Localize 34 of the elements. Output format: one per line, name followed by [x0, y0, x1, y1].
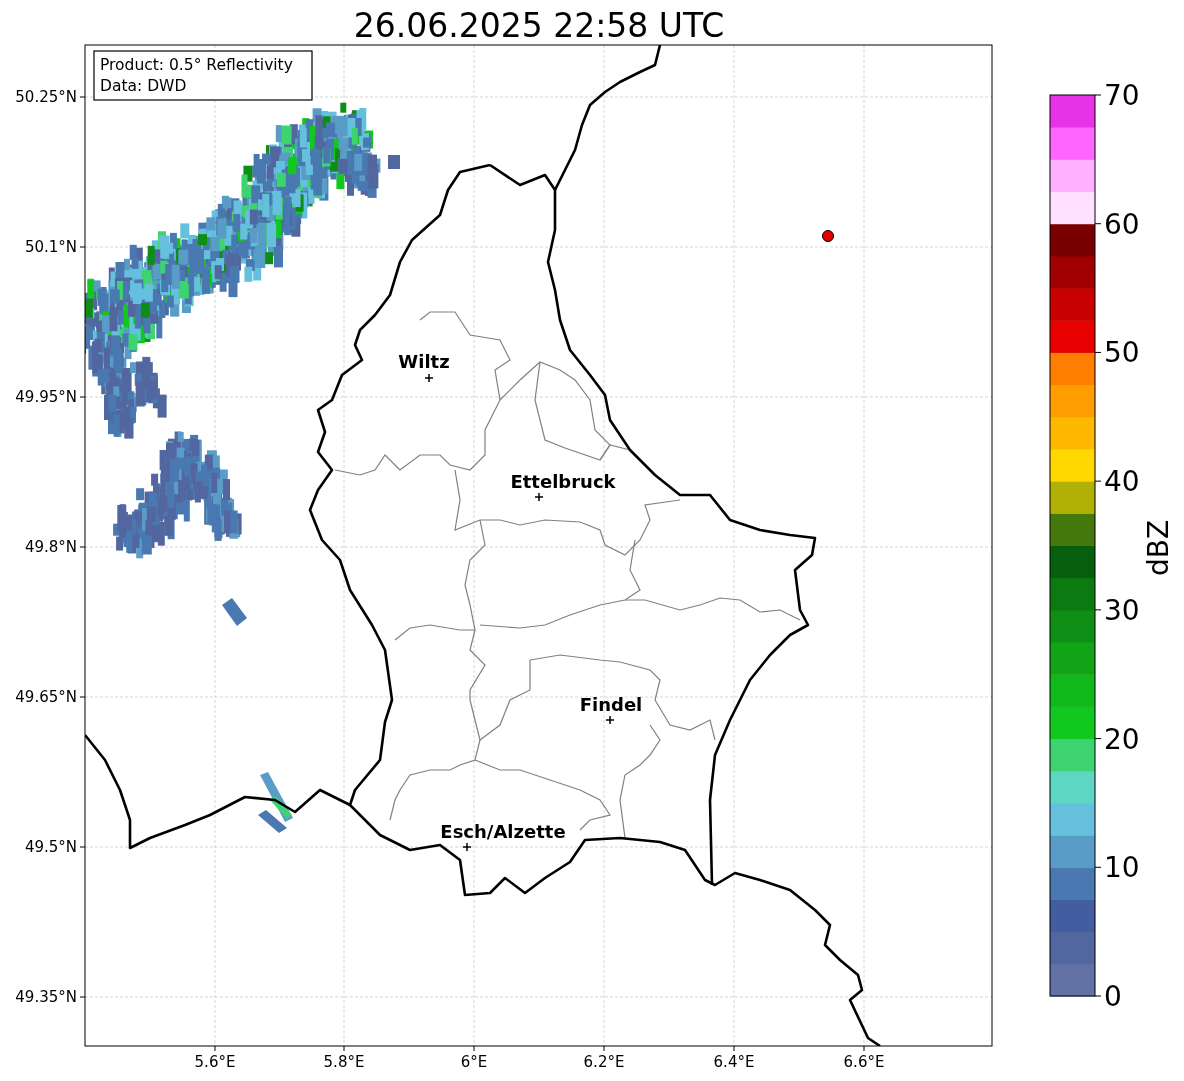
city-marker-icon — [605, 715, 615, 725]
info-text: Product: 0.5° Reflectivity — [100, 56, 293, 74]
city-label: Wiltz — [398, 351, 450, 372]
axis-tick-label: 5.8°E — [323, 1053, 365, 1071]
axis-tick-label: 6.2°E — [583, 1053, 625, 1071]
colorbar-tick-label: 60 — [1104, 207, 1140, 241]
axis-tick-label: 6.6°E — [843, 1053, 885, 1071]
colorbar-tick-label: 30 — [1104, 593, 1140, 627]
axis-tick-label: 6°E — [460, 1053, 488, 1071]
radar-site-icon — [822, 230, 834, 242]
city-marker-icon — [424, 373, 434, 383]
city-label: Esch/Alzette — [440, 821, 566, 842]
city-marker-icon — [534, 492, 544, 502]
axis-tick-label: 50.1°N — [24, 238, 77, 256]
city-label: Ettelbruck — [510, 471, 616, 492]
axis-tick-label: 49.95°N — [15, 388, 77, 406]
axis-tick-label: 49.35°N — [15, 988, 77, 1006]
city-marker-icon — [462, 842, 472, 852]
colorbar-tick-label: 40 — [1104, 465, 1140, 499]
colorbar-tick-label: 50 — [1104, 336, 1140, 370]
info-text: Data: DWD — [100, 77, 187, 95]
city-label: Findel — [579, 694, 643, 715]
colorbar-tick-label: 20 — [1104, 722, 1140, 756]
chart-title: 26.06.2025 22:58 UTC — [353, 6, 725, 45]
axis-tick-label: 5.6°E — [194, 1053, 236, 1071]
colorbar-tick-label: 10 — [1104, 851, 1140, 885]
colorbar-label: dBZ — [1142, 519, 1175, 577]
axis-tick-label: 49.8°N — [24, 538, 77, 556]
axis-tick-label: 49.65°N — [15, 688, 77, 706]
colorbar-tick-label: 70 — [1104, 79, 1140, 112]
axis-tick-label: 49.5°N — [24, 838, 77, 856]
colorbar-tick-label: 0 — [1104, 980, 1122, 1013]
axis-tick-label: 6.4°E — [713, 1053, 755, 1071]
axis-tick-label: 50.25°N — [15, 88, 77, 106]
